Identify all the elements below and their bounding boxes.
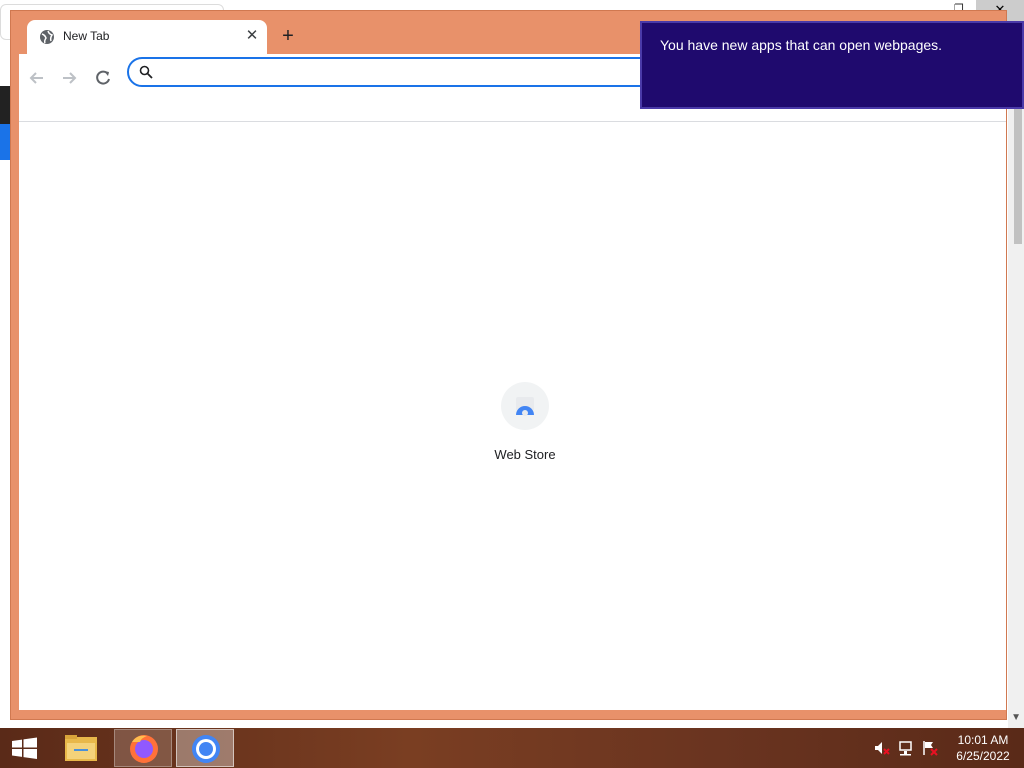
reload-icon[interactable] xyxy=(89,64,117,92)
background-panel-dark xyxy=(0,86,10,124)
taskbar-file-explorer[interactable] xyxy=(52,729,110,767)
network-icon[interactable] xyxy=(898,740,914,756)
tab-new-tab[interactable]: New Tab ✕ xyxy=(27,20,267,54)
chrome-icon xyxy=(192,735,220,763)
globe-icon xyxy=(40,30,54,44)
new-tab-page: Web Store xyxy=(19,122,1006,710)
search-icon xyxy=(139,65,153,79)
shortcut-web-store[interactable]: Web Store xyxy=(475,372,575,472)
volume-muted-icon[interactable] xyxy=(874,740,890,756)
webstore-icon xyxy=(501,382,549,430)
new-tab-button[interactable]: + xyxy=(277,25,299,47)
clock-date: 6/25/2022 xyxy=(956,749,1010,763)
tab-close-icon[interactable]: ✕ xyxy=(243,27,261,45)
app-notification-toast[interactable]: You have new apps that can open webpages… xyxy=(640,21,1024,109)
background-panel-blue xyxy=(0,124,10,160)
system-clock[interactable]: 10:01 AM 6/25/2022 xyxy=(948,732,1018,764)
address-input[interactable] xyxy=(161,62,651,82)
taskbar-chrome[interactable] xyxy=(176,729,234,767)
browser-window: New Tab ✕ + Web Store xyxy=(10,10,1007,720)
taskbar: 10:01 AM 6/25/2022 xyxy=(0,728,1024,768)
background-scrollbar[interactable]: ▼ xyxy=(1008,0,1024,728)
windows-start-icon[interactable] xyxy=(0,728,50,768)
forward-arrow-icon[interactable] xyxy=(55,64,83,92)
shortcut-label: Web Store xyxy=(494,447,556,462)
back-arrow-icon[interactable] xyxy=(23,64,51,92)
folder-icon xyxy=(65,735,97,761)
address-bar[interactable] xyxy=(127,57,667,87)
tab-title: New Tab xyxy=(63,29,110,43)
notification-message: You have new apps that can open webpages… xyxy=(660,37,943,53)
scroll-down-arrow-icon[interactable]: ▼ xyxy=(1011,712,1021,723)
taskbar-firefox[interactable] xyxy=(114,729,172,767)
clock-time: 10:01 AM xyxy=(957,733,1009,747)
action-center-flag-icon[interactable] xyxy=(922,740,938,756)
firefox-icon xyxy=(130,735,158,763)
